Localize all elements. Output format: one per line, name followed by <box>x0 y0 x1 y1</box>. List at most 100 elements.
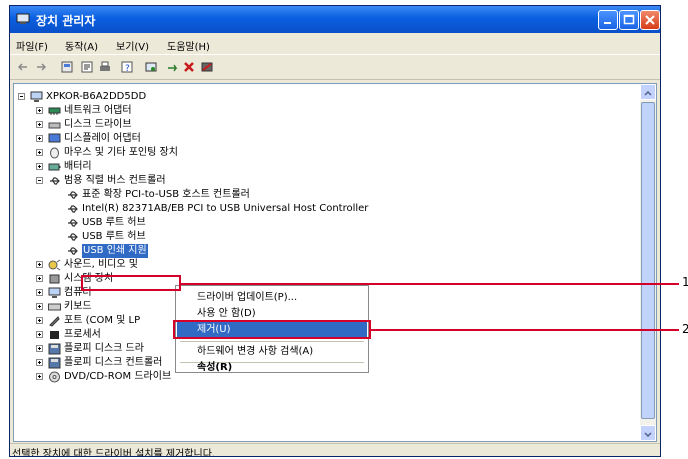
forward-icon[interactable] <box>34 60 48 74</box>
tree-item[interactable]: 배터리 <box>14 160 634 174</box>
tree-item[interactable]: 표준 확장 PCI-to-USB 호스트 컨트롤러 <box>14 188 634 202</box>
title-bar[interactable]: 장치 관리자 <box>10 6 660 33</box>
properties-icon[interactable] <box>80 60 94 74</box>
tree-item-label: XPKOR-B6A2DD5DD <box>46 91 147 102</box>
scroll-thumb[interactable] <box>641 102 655 419</box>
tree-item[interactable]: 범용 직렬 버스 컨트롤러 <box>14 174 634 188</box>
system-device-icon <box>49 274 60 284</box>
menu-item-properties[interactable]: 속성(R) <box>177 362 367 374</box>
scroll-down-button[interactable] <box>640 425 656 441</box>
vertical-scrollbar[interactable] <box>640 84 656 441</box>
device-tree: XPKOR-B6A2DD5DD 네트워크 어댑터 디스크 드라이브디스플레이 어댑터… <box>13 83 657 442</box>
mouse-icon <box>50 147 59 159</box>
menu-separator <box>180 341 364 342</box>
port-icon <box>49 316 60 327</box>
floppy-icon <box>48 343 61 355</box>
computer-icon <box>48 287 61 298</box>
device-manager-icon <box>16 13 30 24</box>
uninstall-icon[interactable] <box>182 60 196 74</box>
tree-item-label: 범용 직렬 버스 컨트롤러 <box>64 175 166 186</box>
menu-item-update-driver[interactable]: 드라이버 업데이트(P)... <box>177 290 367 306</box>
tree-item[interactable]: USB 루트 허브 <box>14 230 634 244</box>
computer-icon <box>30 91 43 102</box>
processor-icon <box>50 331 59 339</box>
usb-icon <box>50 177 60 185</box>
tree-item-label: 사운드, 비디오 및 <box>64 259 138 270</box>
menu-help[interactable]: 도움말(H) <box>167 38 210 53</box>
toolbar: ? <box>10 54 660 80</box>
tree-item-label: Intel(R) 82371AB/EB PCI to USB Universal… <box>82 203 369 214</box>
tree-item-label: 디스크 드라이브 <box>64 119 132 130</box>
expand-icon[interactable] <box>36 359 43 366</box>
maximize-button[interactable] <box>619 10 639 30</box>
collapse-icon[interactable] <box>36 177 43 184</box>
context-menu: 드라이버 업데이트(P)... 사용 안 함(D) 제거(U) 하드웨어 변경 … <box>175 285 369 373</box>
cdrom-icon <box>49 371 60 383</box>
expand-icon[interactable] <box>36 303 43 310</box>
expand-icon[interactable] <box>36 121 43 128</box>
expand-icon[interactable] <box>36 135 43 142</box>
expand-icon[interactable] <box>36 149 43 156</box>
tree-item[interactable]: USB 루트 허브 <box>14 216 634 230</box>
tree-item[interactable]: 디스크 드라이브 <box>14 118 634 132</box>
status-text: 선택한 장치에 대한 드라이버 설치를 제거합니다. <box>12 449 216 457</box>
tree-item-label: 프로세서 <box>64 329 101 340</box>
back-icon[interactable] <box>16 60 30 74</box>
collapse-icon[interactable] <box>18 93 25 100</box>
callout-label-1: 1 <box>682 275 688 289</box>
tree-item-label: 디스플레이 어댑터 <box>64 133 141 144</box>
menu-view[interactable]: 보기(V) <box>116 38 149 53</box>
tree-item[interactable]: XPKOR-B6A2DD5DD <box>14 90 634 104</box>
expand-icon[interactable] <box>36 317 43 324</box>
scan-hardware-icon[interactable] <box>144 60 158 74</box>
expand-icon[interactable] <box>36 373 43 380</box>
tree-item-label: 표준 확장 PCI-to-USB 호스트 컨트롤러 <box>82 189 250 200</box>
expand-icon[interactable] <box>36 107 43 114</box>
scroll-up-button[interactable] <box>640 84 656 100</box>
help-icon[interactable]: ? <box>120 60 134 74</box>
menu-action[interactable]: 동작(A) <box>65 38 98 53</box>
floppy-controller-icon <box>48 357 61 369</box>
tree-item-label: 플로피 디스크 드라 <box>64 343 144 354</box>
close-button[interactable] <box>640 10 660 30</box>
up-level-icon[interactable] <box>60 60 74 74</box>
tree-item-label: 시스템 장치 <box>64 273 114 284</box>
menu-item-uninstall[interactable]: 제거(U) <box>177 322 367 338</box>
menu-item-disable[interactable]: 사용 안 함(D) <box>177 306 367 322</box>
expand-icon[interactable] <box>36 261 43 268</box>
callout-line-2 <box>371 329 679 331</box>
tree-item-selected[interactable]: USB 인쇄 지원 <box>14 244 634 258</box>
tree-item-label: 키보드 <box>64 301 92 312</box>
callout-line-1 <box>181 283 679 285</box>
disk-drive-icon <box>48 122 61 129</box>
tree-item[interactable]: 사운드, 비디오 및 <box>14 258 634 272</box>
tree-item-label: 컴퓨터 <box>64 287 92 298</box>
menu-item-scan-hardware[interactable]: 하드웨어 변경 사항 검색(A) <box>177 344 367 360</box>
usb-icon <box>68 191 78 199</box>
svg-text:?: ? <box>125 64 130 74</box>
tree-item[interactable]: 디스플레이 어댑터 <box>14 132 634 146</box>
print-icon[interactable] <box>98 60 112 74</box>
tree-item-label: DVD/CD-ROM 드라이브 <box>64 371 172 382</box>
maximize-icon <box>623 14 635 25</box>
battery-icon <box>48 163 61 171</box>
expand-icon[interactable] <box>36 163 43 170</box>
tree-item[interactable]: 마우스 및 기타 포인팅 장치 <box>14 146 634 160</box>
usb-icon <box>68 247 78 255</box>
tree-item-label: 마우스 및 기타 포인팅 장치 <box>64 147 178 158</box>
menu-file[interactable]: 파일(F) <box>16 38 48 53</box>
sound-icon <box>48 259 61 271</box>
expand-icon[interactable] <box>36 345 43 352</box>
expand-icon[interactable] <box>36 331 43 338</box>
tree-item[interactable]: Intel(R) 82371AB/EB PCI to USB Universal… <box>14 202 634 216</box>
minimize-button[interactable] <box>598 10 618 30</box>
chevron-up-icon <box>644 90 652 96</box>
expand-icon[interactable] <box>36 275 43 282</box>
update-driver-icon[interactable] <box>166 60 180 74</box>
disable-icon[interactable] <box>200 60 214 74</box>
expand-icon[interactable] <box>36 289 43 296</box>
minimize-icon <box>604 22 611 24</box>
tree-item[interactable]: 네트워크 어댑터 <box>14 104 634 118</box>
display-adapter-icon <box>48 133 61 143</box>
device-manager-window: 장치 관리자 파일(F) 동작(A) 보기(V) 도움말(H) ? XPKOR-… <box>9 5 661 457</box>
